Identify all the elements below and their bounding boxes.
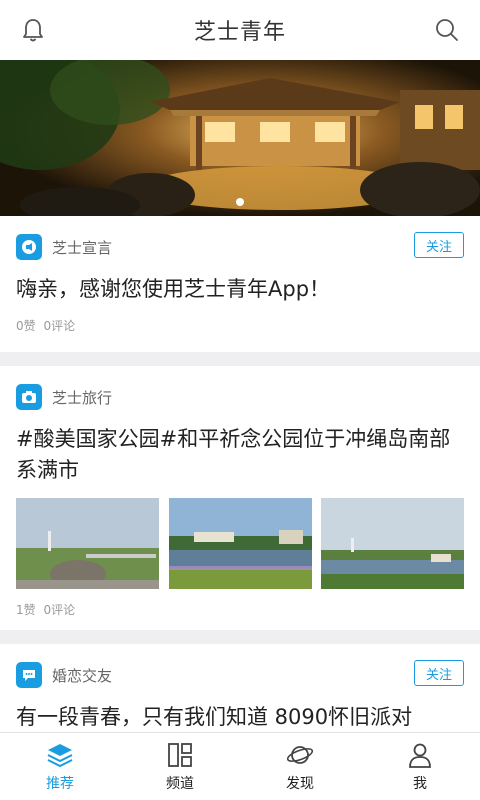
card-source[interactable]: 芝士旅行 [16,382,464,412]
app-header: 芝士青年 [0,0,480,60]
source-name: 芝士旅行 [52,388,113,407]
source-name: 芝士宣言 [52,238,113,257]
page-title: 芝士青年 [193,20,286,45]
source-name: 婚恋交友 [52,666,113,685]
like-count: 0赞 [16,319,36,333]
separator [0,630,480,644]
card-headline[interactable]: #酸美国家公园#和平祈念公园位于冲绳岛南部系满市 [16,424,464,486]
camera-icon [16,384,42,410]
follow-button[interactable]: 关注 [414,660,464,686]
comment-count: 0评论 [43,603,76,617]
carousel-indicator [0,198,480,206]
tab-label: 频道 [166,775,194,792]
card-thumbnails [16,498,464,589]
thumbnail-image[interactable] [16,498,159,589]
card-source[interactable]: 芝士宣言 [16,232,464,262]
card-meta: 1赞 0评论 [16,601,464,618]
chat-icon [16,662,42,688]
bell-icon[interactable] [18,15,48,45]
tab-label: 推荐 [46,775,74,792]
tab-label: 我 [413,775,427,792]
user-icon [409,743,431,768]
feed-card[interactable]: 芝士旅行 #酸美国家公园#和平祈念公园位于冲绳岛南部系满市 1赞 0评论 [0,366,480,630]
bottom-tab-bar: 推荐 频道 发现 我 [0,732,480,800]
grid-icon [168,742,192,767]
carousel-dot[interactable] [236,198,244,206]
tab-recommend[interactable]: 推荐 [0,733,120,800]
like-count: 1赞 [16,603,36,617]
tab-me[interactable]: 我 [360,733,480,800]
card-headline[interactable]: 有一段青春，只有我们知道 8090怀旧派对 [16,702,464,733]
comment-count: 0评论 [43,319,76,333]
tab-label: 发现 [286,775,314,792]
banner-image [0,60,480,216]
megaphone-icon [16,234,42,260]
banner-carousel[interactable] [0,60,480,216]
tab-channel[interactable]: 频道 [120,733,240,800]
feed-card[interactable]: 芝士宣言 关注 嗨亲，感谢您使用芝士青年App！ 0赞 0评论 [0,216,480,352]
search-icon[interactable] [432,15,462,45]
thumbnail-image[interactable] [321,498,464,589]
planet-icon [286,745,314,764]
card-headline[interactable]: 嗨亲，感谢您使用芝士青年App！ [16,274,464,305]
card-meta: 0赞 0评论 [16,317,464,334]
layers-icon [47,743,73,767]
follow-button[interactable]: 关注 [414,232,464,258]
card-source[interactable]: 婚恋交友 [16,660,464,690]
feed-list: 芝士宣言 关注 嗨亲，感谢您使用芝士青年App！ 0赞 0评论 芝士旅行 #酸美… [0,216,480,754]
tab-discover[interactable]: 发现 [240,733,360,800]
separator [0,352,480,366]
thumbnail-image[interactable] [168,498,312,589]
